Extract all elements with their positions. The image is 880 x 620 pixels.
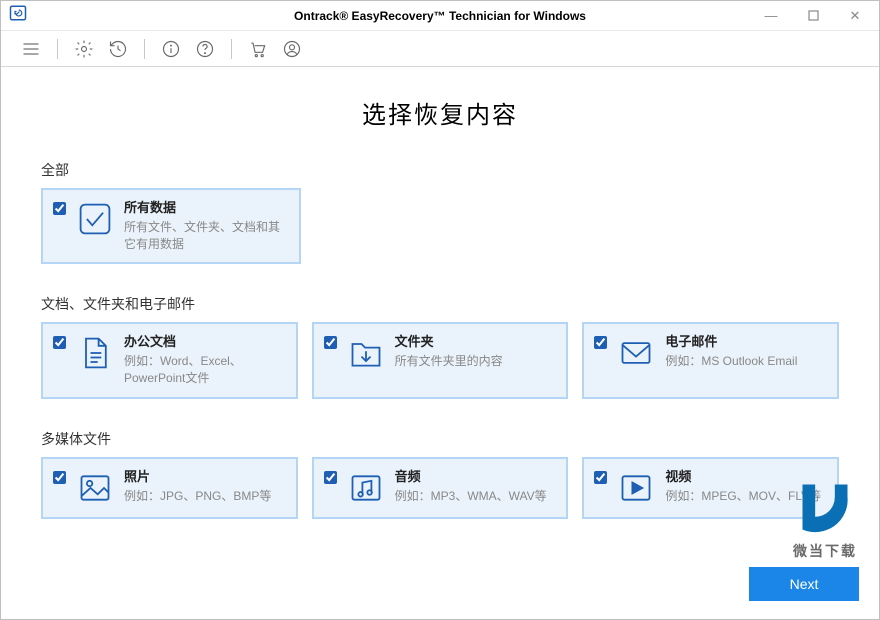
card-folders[interactable]: 文件夹 所有文件夹里的内容 [312, 322, 569, 398]
section-title-docs: 文档、文件夹和电子邮件 [41, 294, 839, 314]
close-button[interactable]: ✕ [835, 3, 875, 29]
folder-download-icon [347, 334, 385, 372]
card-desc: 例如：MS Outlook Email [665, 353, 797, 370]
account-button[interactable] [280, 37, 304, 61]
card-title: 照片 [124, 469, 271, 486]
content: 选择恢复内容 全部 所有数据 所有文件、文件夹、文档和其它有用数据 文档、文件夹… [1, 67, 879, 519]
video-icon [617, 469, 655, 507]
section-docs: 文档、文件夹和电子邮件 办公文档 例如：Word、Excel、PowerPoin… [41, 294, 839, 398]
help-button[interactable] [193, 37, 217, 61]
minimize-button[interactable]: — [751, 3, 791, 29]
card-title: 所有数据 [124, 200, 289, 217]
info-button[interactable] [159, 37, 183, 61]
card-desc: 所有文件夹里的内容 [395, 353, 503, 370]
window-controls: — ✕ [751, 3, 875, 29]
menu-button[interactable] [19, 37, 43, 61]
card-audio[interactable]: 音频 例如：MP3、WMA、WAV等 [312, 457, 569, 519]
card-email[interactable]: 电子邮件 例如：MS Outlook Email [582, 322, 839, 398]
card-desc: 所有文件、文件夹、文档和其它有用数据 [124, 219, 289, 253]
card-desc: 例如：JPG、PNG、BMP等 [124, 488, 271, 505]
checkbox-photos[interactable] [53, 471, 66, 484]
titlebar-left [9, 4, 27, 27]
cart-button[interactable] [246, 37, 270, 61]
card-title: 电子邮件 [665, 334, 797, 351]
card-video[interactable]: 视频 例如：MPEG、MOV、FLV等 [582, 457, 839, 519]
card-desc: 例如：Word、Excel、PowerPoint文件 [124, 353, 286, 387]
toolbar-separator [231, 39, 232, 59]
checkbox-audio[interactable] [324, 471, 337, 484]
card-title: 办公文档 [124, 334, 286, 351]
card-desc: 例如：MP3、WMA、WAV等 [395, 488, 547, 505]
checkbox-office[interactable] [53, 336, 66, 349]
window-title: Ontrack® EasyRecovery™ Technician for Wi… [294, 9, 586, 23]
next-button[interactable]: Next [749, 567, 859, 601]
section-title-all: 全部 [41, 160, 839, 180]
checkbox-all-data[interactable] [53, 202, 66, 215]
toolbar-separator [144, 39, 145, 59]
history-button[interactable] [106, 37, 130, 61]
card-title: 文件夹 [395, 334, 503, 351]
checkbox-email[interactable] [594, 336, 607, 349]
section-media: 多媒体文件 照片 例如：JPG、PNG、BMP等 音频 例如： [41, 429, 839, 519]
card-all-data[interactable]: 所有数据 所有文件、文件夹、文档和其它有用数据 [41, 188, 301, 264]
toolbar-separator [57, 39, 58, 59]
checkmark-box-icon [76, 200, 114, 238]
card-title: 音频 [395, 469, 547, 486]
section-title-media: 多媒体文件 [41, 429, 839, 449]
audio-icon [347, 469, 385, 507]
section-all: 全部 所有数据 所有文件、文件夹、文档和其它有用数据 [41, 160, 839, 264]
checkbox-video[interactable] [594, 471, 607, 484]
card-photos[interactable]: 照片 例如：JPG、PNG、BMP等 [41, 457, 298, 519]
document-icon [76, 334, 114, 372]
card-title: 视频 [665, 469, 821, 486]
page-title: 选择恢复内容 [41, 95, 839, 130]
app-icon [9, 4, 27, 27]
card-office-docs[interactable]: 办公文档 例如：Word、Excel、PowerPoint文件 [41, 322, 298, 398]
checkbox-folders[interactable] [324, 336, 337, 349]
email-icon [617, 334, 655, 372]
titlebar: Ontrack® EasyRecovery™ Technician for Wi… [1, 1, 879, 31]
watermark-text: 微当下载 [793, 541, 857, 561]
toolbar [1, 31, 879, 67]
photo-icon [76, 469, 114, 507]
card-desc: 例如：MPEG、MOV、FLV等 [665, 488, 821, 505]
maximize-button[interactable] [793, 3, 833, 29]
settings-button[interactable] [72, 37, 96, 61]
